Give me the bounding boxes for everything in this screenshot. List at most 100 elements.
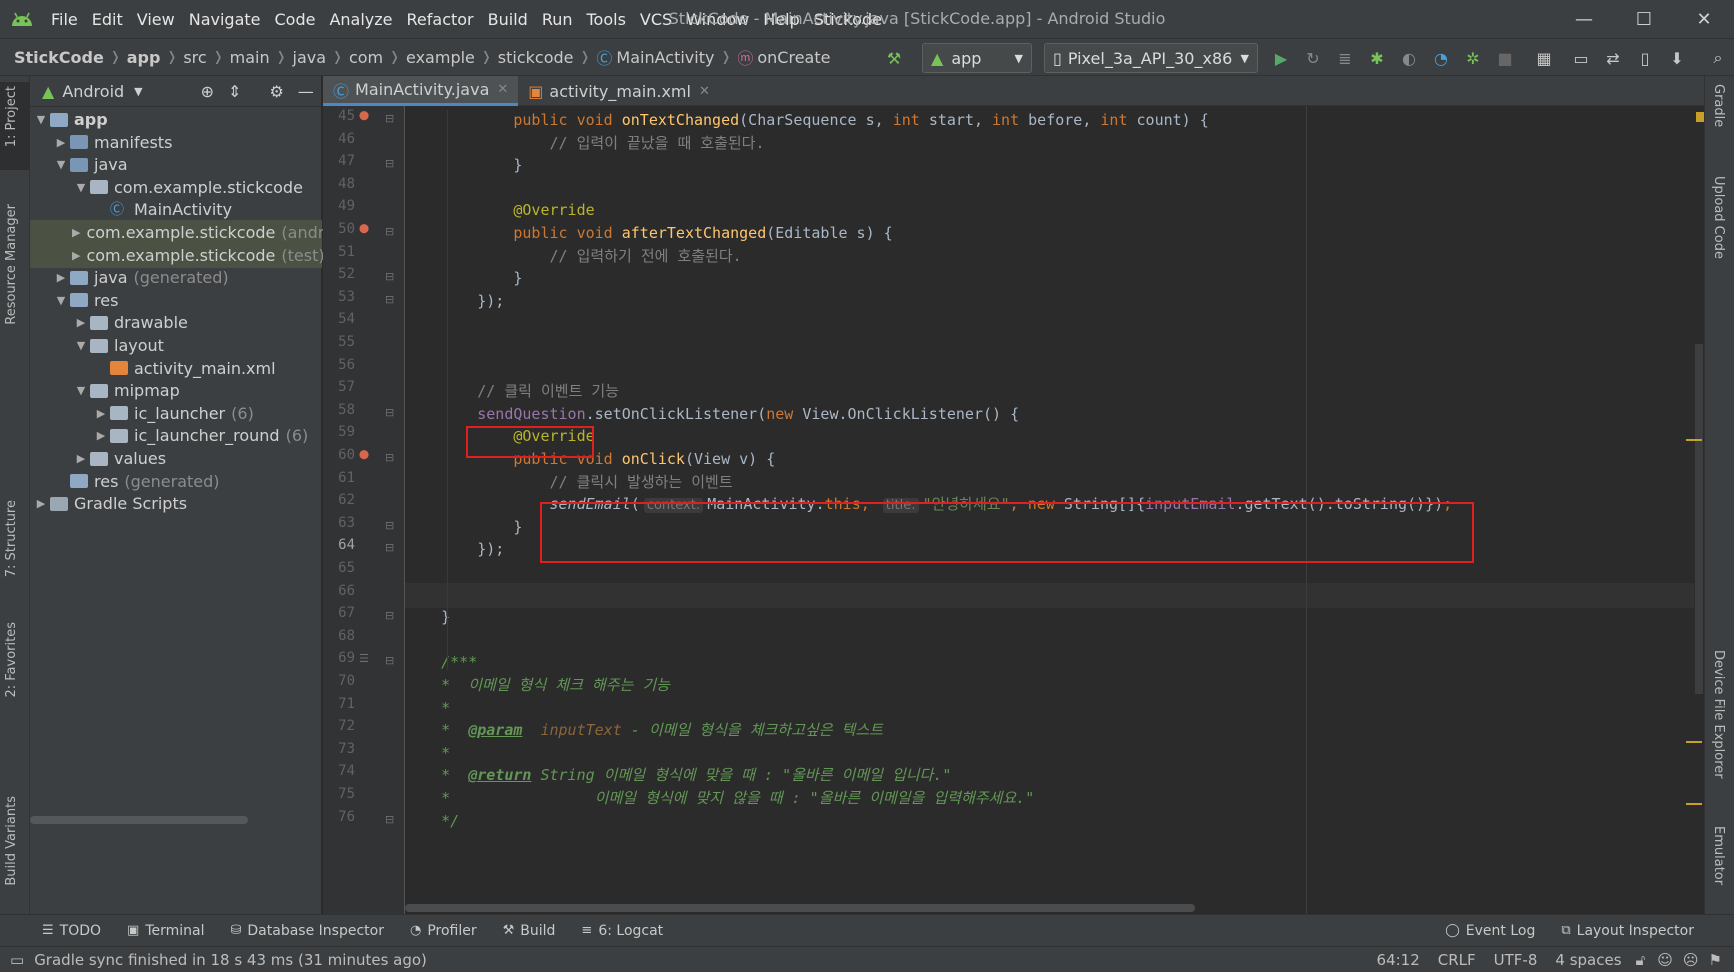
- menu-item-help[interactable]: Help: [756, 10, 806, 29]
- tool-tab-upload-code[interactable]: Upload Code: [1711, 176, 1726, 259]
- tree-item[interactable]: Ⓒ MainActivity: [30, 197, 322, 222]
- tree-item[interactable]: ▼ com.example.stickcode: [30, 175, 322, 200]
- breadcrumb-item[interactable]: src ❭: [183, 45, 229, 69]
- tool-tab-resource-manager[interactable]: Resource Manager: [4, 204, 19, 325]
- minimize-button[interactable]: —: [1554, 0, 1614, 38]
- tree-item[interactable]: ▶ java (generated): [30, 265, 322, 290]
- tree-item[interactable]: ▶ drawable: [30, 310, 322, 335]
- tree-item[interactable]: ▶ values: [30, 446, 322, 471]
- menu-item-view[interactable]: View: [130, 10, 182, 29]
- chevron-right-icon[interactable]: ▶: [72, 310, 90, 335]
- tree-item[interactable]: ▼ mipmap: [30, 378, 322, 403]
- chevron-down-icon[interactable]: ▼: [52, 288, 70, 313]
- tree-item[interactable]: ▶ manifests: [30, 130, 322, 155]
- bottom-tool--logcat[interactable]: ≡ 6: Logcat: [581, 923, 663, 939]
- close-window-button[interactable]: ✕: [1674, 0, 1734, 38]
- chevron-down-icon[interactable]: ▼: [52, 152, 70, 177]
- chevron-right-icon[interactable]: ▶: [72, 446, 90, 471]
- chevron-right-icon[interactable]: ▶: [92, 401, 110, 426]
- attach-debugger-icon[interactable]: ✲: [1460, 45, 1486, 71]
- bottom-tool-profiler[interactable]: ◔ Profiler: [410, 923, 477, 939]
- frown-icon[interactable]: ☹: [1683, 951, 1699, 969]
- bottom-tool-terminal[interactable]: ▣ Terminal: [127, 923, 204, 939]
- project-view-select[interactable]: Android: [62, 82, 124, 101]
- tree-item[interactable]: ▶ ic_launcher_round (6): [30, 423, 322, 448]
- project-hscrollbar[interactable]: [30, 816, 248, 824]
- breadcrumb-item[interactable]: StickCode ❭: [14, 45, 127, 69]
- close-tab-icon[interactable]: ✕: [497, 82, 508, 97]
- stop-icon[interactable]: ■: [1492, 45, 1518, 71]
- tool-tab-emulator[interactable]: Emulator: [1711, 826, 1726, 885]
- bottom-tool-build[interactable]: ⚒ Build: [503, 923, 556, 939]
- breadcrumb-item[interactable]: com ❭: [349, 45, 406, 69]
- device-select[interactable]: ▯ Pixel_3a_API_30_x86 ▼: [1044, 43, 1258, 73]
- menu-item-build[interactable]: Build: [481, 10, 535, 29]
- tree-item[interactable]: ▼ app: [30, 107, 322, 132]
- tool-tab-project[interactable]: 1: Project: [4, 86, 19, 147]
- hammer-build-icon[interactable]: ⚒: [881, 45, 907, 71]
- tree-item[interactable]: ▶ com.example.stickcode (andr: [30, 220, 324, 245]
- bottom-tool-database-inspector[interactable]: ⛁ Database Inspector: [231, 923, 384, 939]
- menu-item-file[interactable]: File: [44, 10, 85, 29]
- fold-marker-icon[interactable]: ⊟: [385, 270, 394, 283]
- breadcrumb-item[interactable]: app ❭: [127, 45, 184, 69]
- line-separator[interactable]: CRLF: [1438, 951, 1476, 969]
- breadcrumb-item[interactable]: ⓜ onCreate: [737, 45, 830, 69]
- apply-code-changes-icon[interactable]: ≣: [1332, 45, 1358, 71]
- breadcrumb-item[interactable]: example ❭: [406, 45, 498, 69]
- tree-item[interactable]: ▶ Gradle Scripts: [30, 491, 322, 516]
- fold-marker-icon[interactable]: ⊟: [385, 813, 394, 826]
- editor-tab[interactable]: ▣ activity_main.xml ✕: [518, 76, 720, 106]
- close-tab-icon[interactable]: ✕: [699, 84, 710, 99]
- notifications-icon[interactable]: ⚑: [1709, 951, 1722, 969]
- warning-marker[interactable]: [1696, 112, 1704, 122]
- fold-marker-icon[interactable]: ⊟: [385, 112, 394, 125]
- tool-tab-build-variants[interactable]: Build Variants: [4, 796, 19, 886]
- file-encoding[interactable]: UTF-8: [1494, 951, 1538, 969]
- chevron-down-icon[interactable]: ▼: [134, 85, 142, 98]
- apply-changes-icon[interactable]: ↻: [1300, 45, 1326, 71]
- project-structure-icon[interactable]: ▦: [1531, 45, 1557, 71]
- breadcrumb-item[interactable]: java ❭: [293, 45, 349, 69]
- tool-tab-device-file-explorer[interactable]: Device File Explorer: [1711, 650, 1726, 779]
- fold-marker-icon[interactable]: ⊟: [385, 225, 394, 238]
- gear-icon[interactable]: ⚙: [269, 82, 283, 101]
- editor-tab[interactable]: Ⓒ MainActivity.java ✕: [323, 76, 519, 106]
- tree-item[interactable]: res (generated): [30, 469, 322, 494]
- breadcrumb-item[interactable]: stickcode ❭: [498, 45, 597, 69]
- tree-item[interactable]: ▶ ic_launcher (6): [30, 401, 322, 426]
- maximize-button[interactable]: ☐: [1614, 0, 1674, 38]
- editor-hscrollbar[interactable]: [405, 904, 1195, 912]
- chevron-down-icon[interactable]: ▼: [72, 333, 90, 358]
- sync-gradle-icon[interactable]: ⇄: [1600, 45, 1626, 71]
- chevron-down-icon[interactable]: ▼: [32, 107, 50, 132]
- caret-position[interactable]: 64:12: [1377, 951, 1420, 969]
- fold-marker-icon[interactable]: ⊟: [385, 157, 394, 170]
- menu-item-code[interactable]: Code: [268, 10, 323, 29]
- tree-item[interactable]: activity_main.xml: [30, 356, 322, 381]
- menu-item-navigate[interactable]: Navigate: [182, 10, 268, 29]
- menu-item-window[interactable]: Window: [679, 10, 756, 29]
- breadcrumb-item[interactable]: main ❭: [230, 45, 293, 69]
- chevron-down-icon[interactable]: ▼: [72, 175, 90, 200]
- collapse-all-icon[interactable]: ⇕: [228, 82, 241, 101]
- bottom-tool-layout-inspector[interactable]: ⧉ Layout Inspector: [1561, 923, 1694, 939]
- debug-icon[interactable]: ✱: [1364, 45, 1390, 71]
- chevron-right-icon[interactable]: ▶: [92, 423, 110, 448]
- run-icon[interactable]: ▶: [1268, 45, 1294, 71]
- tree-item[interactable]: ▶ com.example.stickcode (test): [30, 242, 325, 268]
- tree-item[interactable]: ▼ layout: [30, 333, 322, 358]
- locate-file-icon[interactable]: ⊕: [201, 82, 214, 101]
- fold-marker-icon[interactable]: ⊟: [385, 609, 394, 622]
- avd-manager-icon[interactable]: ▭: [1568, 45, 1594, 71]
- run-coverage-icon[interactable]: ◐: [1396, 45, 1422, 71]
- tree-item[interactable]: ▼ res: [30, 288, 322, 313]
- menu-item-analyze[interactable]: Analyze: [322, 10, 399, 29]
- tool-tab-favorites[interactable]: 2: Favorites: [4, 622, 19, 698]
- fold-marker-icon[interactable]: ⊟: [385, 406, 394, 419]
- tree-item[interactable]: ▼ java: [30, 152, 322, 177]
- chevron-right-icon[interactable]: ▶: [32, 491, 50, 516]
- chevron-right-icon[interactable]: ▶: [52, 130, 70, 155]
- editor-vscrollbar[interactable]: [1686, 106, 1704, 914]
- fold-marker-icon[interactable]: ⊟: [385, 451, 394, 464]
